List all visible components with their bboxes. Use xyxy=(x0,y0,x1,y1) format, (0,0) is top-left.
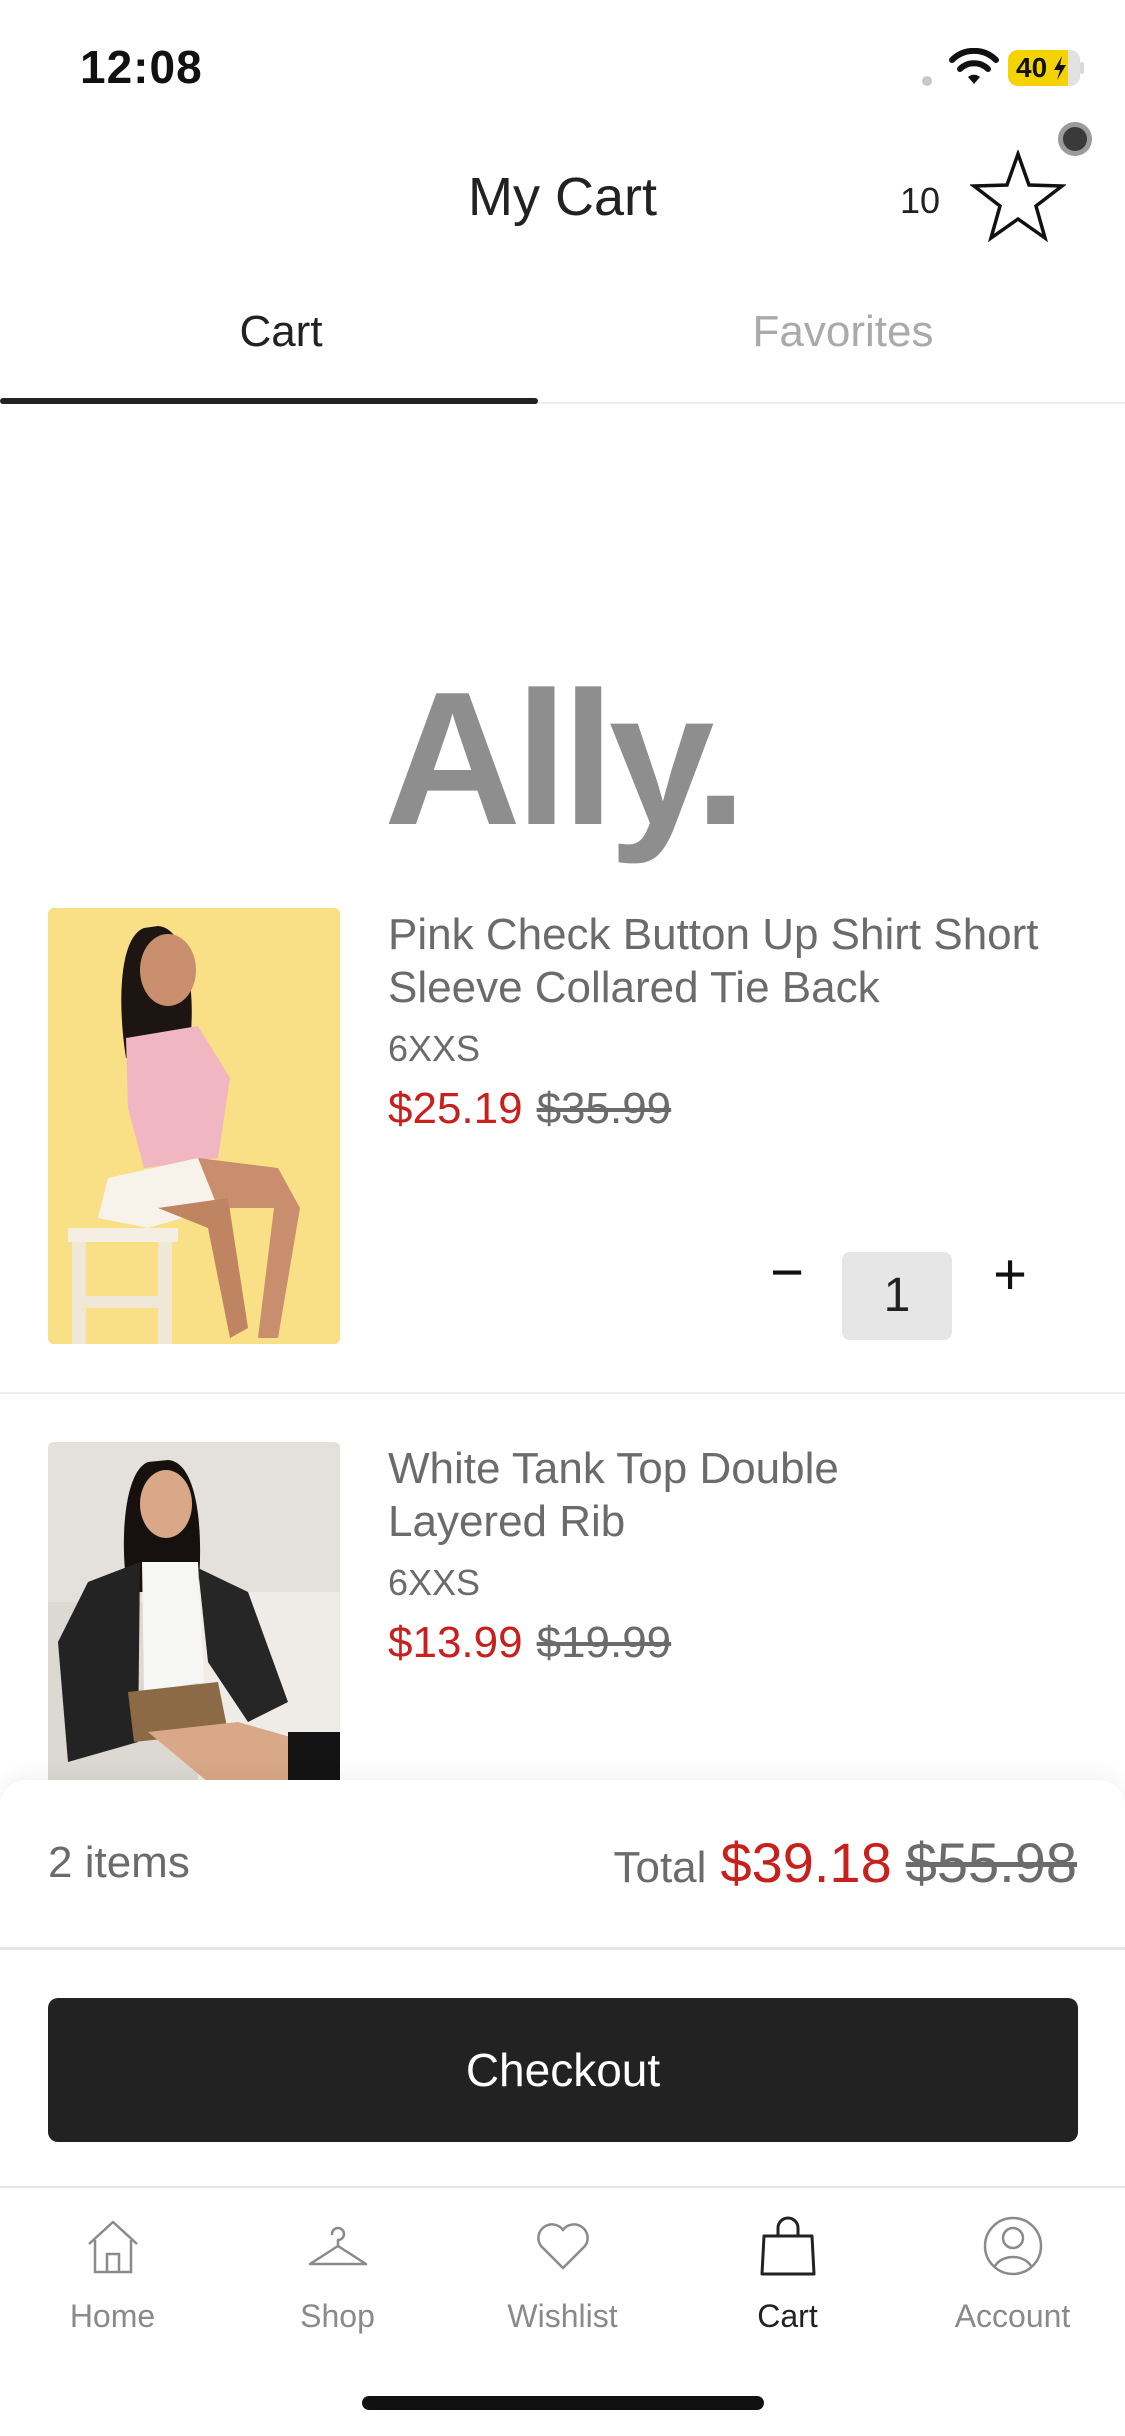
increase-quantity-button[interactable]: + xyxy=(980,1246,1040,1308)
product-size: 6XXS xyxy=(388,1562,481,1603)
status-time: 12:08 xyxy=(80,41,203,93)
product-name[interactable]: Pink Check Button Up Shirt Short Sleeve … xyxy=(388,908,1088,1014)
battery-level: 40 xyxy=(1016,52,1048,83)
tab-cart[interactable]: Cart xyxy=(0,290,562,404)
order-summary: 2 items Total $39.18 $55.98 Checkout xyxy=(0,1780,1125,2190)
product-image[interactable] xyxy=(48,908,340,1344)
cart-item: White Tank Top Double Layered Rib 6XXS $… xyxy=(0,1442,1125,1782)
total-sale-price: $39.18 xyxy=(720,1831,892,1894)
battery-icon: 40 xyxy=(1008,50,1080,86)
product-size: 6XXS xyxy=(388,1028,481,1069)
charging-bolt-icon xyxy=(1054,56,1066,80)
original-price: $19.99 xyxy=(536,1618,672,1667)
status-indicator-dot xyxy=(922,76,932,86)
quantity-value: 1 xyxy=(842,1252,952,1340)
home-icon xyxy=(87,2220,138,2274)
nav-label: Cart xyxy=(757,2298,818,2334)
decrease-quantity-button[interactable]: − xyxy=(760,1244,814,1302)
sale-price: $25.19 xyxy=(388,1084,523,1133)
product-image[interactable] xyxy=(48,1442,340,1782)
cart-item: Pink Check Button Up Shirt Short Sleeve … xyxy=(0,908,1125,1394)
nav-label: Home xyxy=(69,2298,156,2334)
nav-label: Wishlist xyxy=(507,2298,618,2334)
summary-row: 2 items Total $39.18 $55.98 xyxy=(0,1780,1125,1950)
total-original-price: $55.98 xyxy=(905,1831,1077,1894)
status-bar: 12:08 40 xyxy=(0,0,1125,130)
nav-item-wishlist[interactable]: Wishlist xyxy=(450,2214,675,2364)
sale-price: $13.99 xyxy=(388,1618,523,1667)
home-indicator xyxy=(362,2396,764,2410)
nav-item-cart[interactable]: Cart xyxy=(675,2214,900,2364)
shopping-bag-icon xyxy=(760,2216,815,2276)
brand-logo: Ally. xyxy=(383,653,747,865)
checkout-button[interactable]: Checkout xyxy=(48,1998,1078,2142)
order-total: Total $39.18 $55.98 xyxy=(613,1830,1077,1895)
page-title: My Cart xyxy=(468,167,657,227)
cart-tabs: Cart Favorites xyxy=(0,290,1125,404)
nav-label: Account xyxy=(954,2298,1071,2334)
active-tab-indicator xyxy=(0,398,538,404)
nav-label: Shop xyxy=(300,2298,375,2334)
nav-item-shop[interactable]: Shop xyxy=(225,2214,450,2364)
price-row: $25.19 $35.99 xyxy=(388,1084,671,1134)
tab-favorites[interactable]: Favorites xyxy=(562,290,1124,404)
original-price: $35.99 xyxy=(536,1084,672,1133)
wifi-icon xyxy=(949,48,999,84)
user-icon xyxy=(983,2216,1042,2276)
hanger-icon xyxy=(308,2226,367,2266)
total-label: Total xyxy=(613,1843,707,1892)
nav-item-account[interactable]: Account xyxy=(900,2214,1125,2364)
heart-icon xyxy=(536,2223,589,2270)
nav-item-home[interactable]: Home xyxy=(0,2214,225,2364)
favorites-count: 10 xyxy=(900,180,941,221)
item-count: 2 items xyxy=(48,1838,190,1887)
product-name[interactable]: White Tank Top Double Layered Rib xyxy=(388,1442,908,1548)
star-icon[interactable] xyxy=(970,150,1066,242)
price-row: $13.99 $19.99 xyxy=(388,1618,671,1668)
battery-nub xyxy=(1080,62,1084,74)
